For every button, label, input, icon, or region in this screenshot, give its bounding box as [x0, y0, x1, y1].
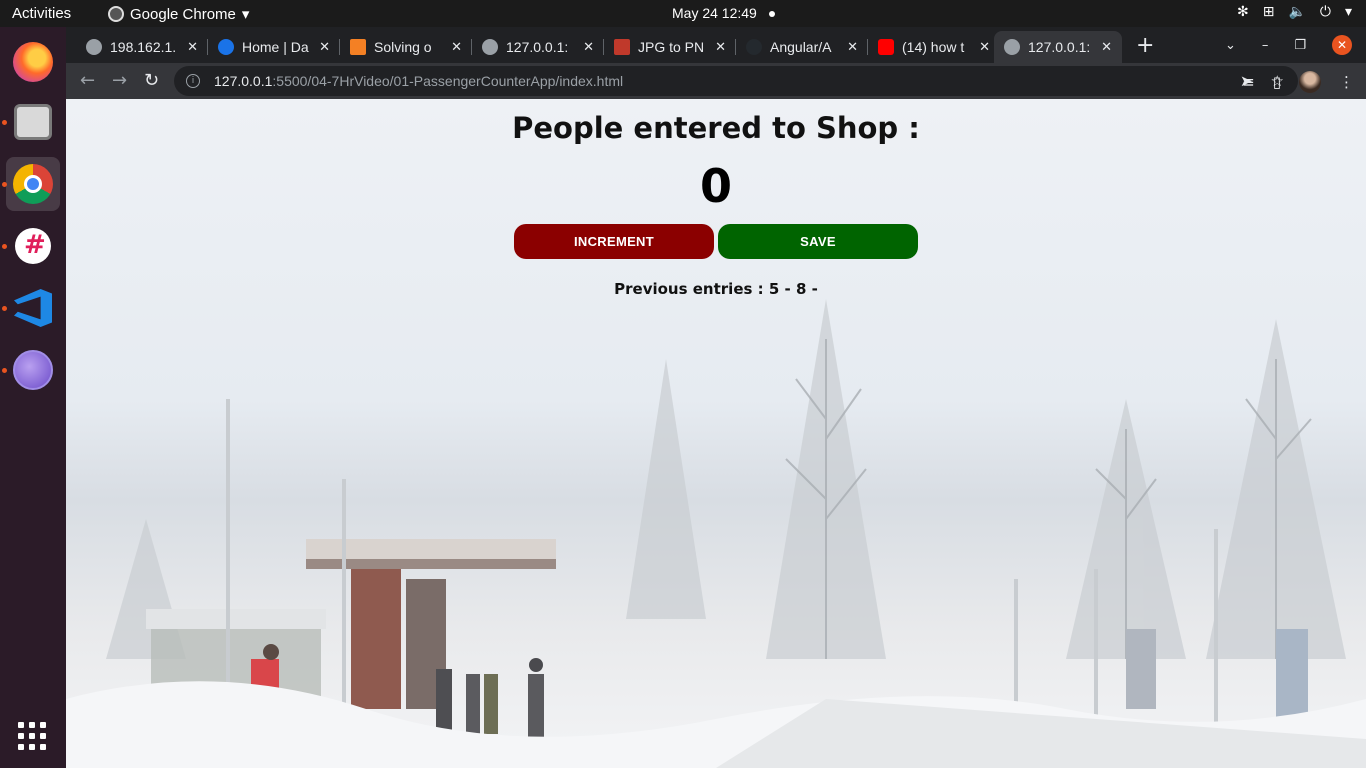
page-viewport: People entered to Shop : 0 INCREMENT SAV…: [66, 99, 1366, 768]
tab-1[interactable]: 198.162.1. ✕: [76, 31, 208, 63]
activities-button[interactable]: Activities: [12, 5, 71, 22]
menu-kebab-icon[interactable]: ⋮: [1339, 73, 1354, 91]
back-arrow-icon[interactable]: ←: [80, 70, 95, 91]
tab-title: Solving o: [374, 39, 432, 55]
files-icon: [14, 104, 52, 140]
profile-avatar[interactable]: [1299, 71, 1321, 93]
tab-title: 127.0.0.1:: [506, 39, 569, 55]
tab-strip: 198.162.1. ✕ Home | Da ✕ Solving o ✕ 127.0.…: [66, 27, 1366, 63]
close-icon[interactable]: ✕: [1101, 39, 1112, 55]
chevron-down-icon[interactable]: ▾: [1345, 4, 1352, 20]
reload-icon[interactable]: ↻: [144, 70, 159, 91]
system-tray[interactable]: ✻ ⊞ 🔈 ⏻ ▾: [1237, 4, 1352, 20]
running-indicator: [2, 244, 7, 249]
browser-toolbar: ← → ↻ i 127.0.0.1:5500/04-7HrVideo/01-Pa…: [66, 63, 1366, 99]
forward-arrow-icon[interactable]: →: [112, 70, 127, 91]
tab-title: JPG to PN: [638, 39, 705, 55]
power-icon[interactable]: ⏻: [1320, 4, 1331, 20]
slack-icon: [15, 228, 51, 264]
show-applications-icon[interactable]: [18, 722, 46, 750]
globe-icon: [13, 350, 53, 390]
previous-entries-text: Previous entries : 5 - 8 -: [614, 280, 818, 298]
side-panel-icon[interactable]: ▯: [1273, 73, 1281, 91]
dock-vscode[interactable]: [6, 281, 60, 335]
tab-7[interactable]: (14) how t ✕: [868, 31, 1000, 63]
firefox-icon: [13, 42, 53, 82]
close-icon[interactable]: ✕: [187, 39, 198, 55]
chevron-down-icon: ▾: [241, 6, 250, 23]
media-controls-icon[interactable]: ≡: [1242, 73, 1255, 91]
globe-icon: [1004, 39, 1020, 55]
url-host: 127.0.0.1: [214, 73, 273, 89]
dock: [0, 27, 66, 768]
page-title: People entered to Shop :: [512, 111, 920, 145]
tab-3[interactable]: Solving o ✕: [340, 31, 472, 63]
running-indicator: [2, 368, 7, 373]
globe-icon: [482, 39, 498, 55]
tab-5[interactable]: JPG to PN ✕: [604, 31, 736, 63]
vscode-icon: [14, 289, 52, 327]
increment-button[interactable]: INCREMENT: [514, 224, 714, 259]
running-indicator: [2, 182, 7, 187]
tab-title: Angular/A: [770, 39, 832, 55]
system-top-bar: Activities Google Chrome ▾ May 24 12:49 …: [0, 0, 1366, 27]
dock-globe-app[interactable]: [6, 343, 60, 397]
dock-firefox[interactable]: [6, 35, 60, 89]
chrome-icon: [13, 164, 53, 204]
dock-chrome[interactable]: [6, 157, 60, 211]
counter-value: 0: [699, 159, 732, 213]
running-indicator: [2, 306, 7, 311]
chrome-app-icon: [108, 6, 124, 22]
close-icon[interactable]: ✕: [451, 39, 462, 55]
close-icon[interactable]: ✕: [847, 39, 858, 55]
stackoverflow-icon: [350, 39, 366, 55]
notification-dot-icon: [768, 11, 775, 18]
close-icon[interactable]: ✕: [319, 39, 330, 55]
tab-title: 127.0.0.1:: [1028, 39, 1091, 55]
tab-6[interactable]: Angular/A ✕: [736, 31, 868, 63]
clock[interactable]: May 24 12:49: [672, 5, 775, 21]
close-icon[interactable]: ✕: [583, 39, 594, 55]
tab-4[interactable]: 127.0.0.1: ✕: [472, 31, 604, 63]
save-button[interactable]: SAVE: [718, 224, 918, 259]
k-logo-icon: [218, 39, 234, 55]
maximize-button[interactable]: ❐: [1294, 38, 1306, 53]
tab-8-active[interactable]: 127.0.0.1: ✕: [994, 31, 1122, 63]
tab-search-icon[interactable]: ⌄: [1225, 38, 1236, 53]
window-controls: ⌄ – ❐ ✕: [1225, 35, 1352, 55]
jpg-png-icon: [614, 39, 630, 55]
tab-title: Home | Da: [242, 39, 309, 55]
new-tab-button[interactable]: +: [1136, 33, 1154, 58]
button-row: INCREMENT SAVE: [66, 224, 1366, 259]
url-path: :5500/04-7HrVideo/01-PassengerCounterApp…: [272, 73, 624, 89]
tab-title: (14) how t: [902, 39, 965, 55]
dock-slack[interactable]: [6, 219, 60, 273]
dock-files[interactable]: [6, 95, 60, 149]
minimize-button[interactable]: –: [1262, 38, 1269, 53]
site-info-icon[interactable]: i: [186, 74, 200, 88]
volume-icon[interactable]: 🔈: [1288, 4, 1305, 20]
browser-window: 198.162.1. ✕ Home | Da ✕ Solving o ✕ 127.0.…: [66, 27, 1366, 768]
close-icon[interactable]: ✕: [715, 39, 726, 55]
app-menu[interactable]: Google Chrome ▾: [108, 5, 249, 23]
slack-tray-icon[interactable]: ✻: [1237, 4, 1249, 20]
network-icon[interactable]: ⊞: [1263, 4, 1275, 20]
tab-title: 198.162.1.: [110, 39, 177, 55]
close-window-button[interactable]: ✕: [1332, 35, 1352, 55]
app-menu-label: Google Chrome: [130, 5, 236, 23]
address-bar[interactable]: i 127.0.0.1:5500/04-7HrVideo/01-Passenge…: [174, 66, 1298, 96]
counter-app: People entered to Shop : 0 INCREMENT SAV…: [66, 99, 1366, 298]
github-icon: [746, 39, 762, 55]
toolbar-actions: ≡ ▯ ⋮: [1242, 71, 1354, 93]
youtube-icon: [878, 39, 894, 55]
close-icon[interactable]: ✕: [979, 39, 990, 55]
clock-label: May 24 12:49: [672, 5, 757, 21]
running-indicator: [2, 120, 7, 125]
tab-2[interactable]: Home | Da ✕: [208, 31, 340, 63]
globe-icon: [86, 39, 102, 55]
